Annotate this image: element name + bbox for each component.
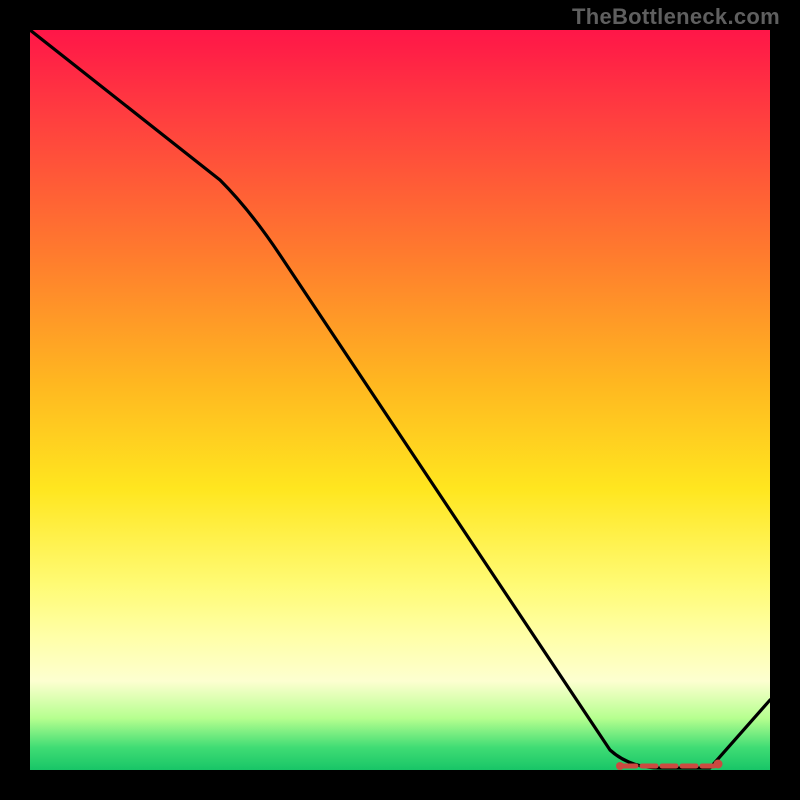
bottleneck-curve bbox=[30, 30, 770, 768]
chart-frame: TheBottleneck.com bbox=[0, 0, 800, 800]
watermark-text: TheBottleneck.com bbox=[572, 4, 780, 30]
line-chart-svg bbox=[30, 30, 770, 770]
plot-area bbox=[30, 30, 770, 770]
